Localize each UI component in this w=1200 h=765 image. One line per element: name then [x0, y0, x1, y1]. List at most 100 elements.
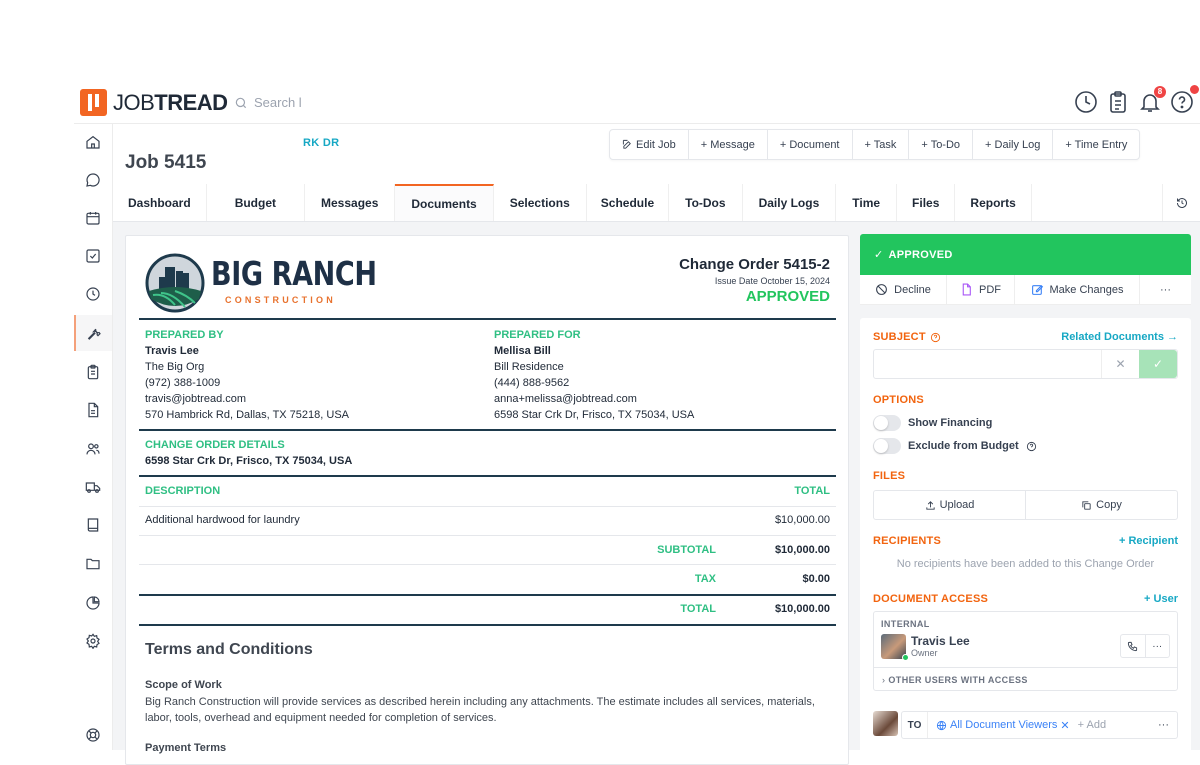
- job-address-link[interactable]: RK DR: [303, 137, 339, 149]
- user-more-button[interactable]: ···: [1144, 635, 1170, 657]
- options-label: OPTIONS: [873, 394, 924, 406]
- prepared-by-address: 570 Hambrick Rd, Dallas, TX 75218, USA: [145, 409, 349, 421]
- remove-chip-icon[interactable]: ✕: [1060, 719, 1069, 732]
- recipient-chip[interactable]: All Document Viewers ✕: [936, 719, 1070, 732]
- truck-icon: [85, 482, 101, 493]
- clock-icon[interactable]: [1074, 90, 1098, 114]
- other-users-toggle[interactable]: › OTHER USERS WITH ACCESS: [874, 667, 1177, 691]
- sidebar-item-time[interactable]: [74, 276, 112, 312]
- sidebar-item-settings[interactable]: [74, 623, 112, 659]
- search-input[interactable]: Search l: [234, 95, 302, 110]
- tab-daily-logs[interactable]: Daily Logs: [743, 184, 837, 221]
- user-role: Owner: [911, 648, 938, 658]
- tab-dashboard[interactable]: Dashboard: [113, 184, 207, 221]
- tab-selections[interactable]: Selections: [494, 184, 587, 221]
- subtotal-value: $10,000.00: [774, 544, 830, 556]
- sidebar-item-documents[interactable]: [74, 392, 112, 428]
- sidebar-item-calendar[interactable]: [74, 200, 112, 236]
- document-settings-panel: SUBJECT Related Documents → ✕ ✓ OPTIONS …: [860, 318, 1191, 758]
- sidebar-item-support[interactable]: [74, 717, 112, 753]
- check-icon: ✓: [874, 249, 884, 261]
- home-icon: [86, 135, 100, 149]
- divider: [139, 318, 836, 320]
- add-time-entry-button[interactable]: + Time Entry: [1053, 130, 1139, 159]
- item-total: $10,000.00: [774, 514, 830, 526]
- sidebar-item-tasks[interactable]: [74, 238, 112, 274]
- calendar-icon: [86, 212, 100, 225]
- terms-heading: Terms and Conditions: [145, 641, 313, 658]
- copy-icon: [1082, 500, 1091, 510]
- help-circle-icon[interactable]: [930, 332, 941, 343]
- scrollbar[interactable]: [1191, 222, 1200, 750]
- help-circle-icon[interactable]: [1026, 441, 1037, 452]
- add-daily-log-button[interactable]: + Daily Log: [973, 130, 1054, 159]
- tab-time[interactable]: Time: [836, 184, 898, 221]
- tab-schedule[interactable]: Schedule: [587, 184, 670, 221]
- users-icon: [86, 443, 100, 455]
- clear-subject-button[interactable]: ✕: [1101, 350, 1139, 378]
- document-access-label: DOCUMENT ACCESS: [873, 593, 989, 605]
- sidebar-item-vendors[interactable]: [74, 469, 112, 505]
- tab-messages[interactable]: Messages: [305, 184, 396, 221]
- add-task-button[interactable]: + Task: [853, 130, 910, 159]
- history-button[interactable]: [1162, 184, 1200, 221]
- prepared-by-org: The Big Org: [145, 361, 205, 373]
- prepared-by-label: PREPARED BY: [145, 329, 224, 341]
- scope-heading: Scope of Work: [145, 679, 222, 691]
- more-options-button[interactable]: ···: [1140, 275, 1191, 304]
- phone-button[interactable]: [1121, 635, 1145, 657]
- sidebar-item-catalog[interactable]: [74, 507, 112, 543]
- job-tabs: Dashboard Budget Messages Documents Sele…: [113, 184, 1200, 222]
- sidebar-item-files[interactable]: [74, 546, 112, 582]
- company-branding: BIG RANCH CONSTRUCTION: [145, 253, 413, 313]
- total-value: $10,000.00: [774, 603, 830, 615]
- add-recipient-link[interactable]: + Recipient: [1119, 535, 1178, 547]
- tab-files[interactable]: Files: [897, 184, 956, 221]
- tab-todos[interactable]: To-Dos: [669, 184, 743, 221]
- edit-icon: [1031, 284, 1043, 295]
- copy-button[interactable]: Copy: [1025, 491, 1177, 519]
- add-to-button[interactable]: + Add: [1078, 719, 1106, 731]
- show-financing-toggle[interactable]: [873, 415, 901, 431]
- related-documents-link[interactable]: Related Documents →: [1061, 331, 1178, 343]
- page-title: Job 5415: [125, 152, 207, 173]
- pdf-button[interactable]: PDF: [947, 275, 1015, 304]
- col-description: DESCRIPTION: [145, 485, 221, 497]
- prepared-by-block: PREPARED BY Travis Lee The Big Org (972)…: [145, 327, 349, 423]
- sidebar-item-contacts[interactable]: [74, 431, 112, 467]
- add-document-button[interactable]: + Document: [768, 130, 853, 159]
- exclude-budget-toggle[interactable]: [873, 438, 901, 454]
- sidebar-item-jobs[interactable]: [74, 315, 112, 351]
- change-order-details: CHANGE ORDER DETAILS 6598 Star Crk Dr, F…: [145, 437, 352, 469]
- folder-icon: [86, 558, 100, 570]
- decline-button[interactable]: Decline: [860, 275, 947, 304]
- tab-documents[interactable]: Documents: [395, 184, 494, 221]
- sidebar-item-messages[interactable]: [74, 162, 112, 198]
- sidebar-item-reports[interactable]: [74, 585, 112, 621]
- avatar: [873, 711, 898, 736]
- bell-icon[interactable]: 8: [1138, 86, 1166, 114]
- clipboard-list-icon: [87, 364, 99, 380]
- tab-reports[interactable]: Reports: [955, 184, 1032, 221]
- clipboard-icon[interactable]: [1106, 90, 1130, 114]
- details-address: 6598 Star Crk Dr, Frisco, TX 75034, USA: [145, 455, 353, 467]
- recipients-label: RECIPIENTS: [873, 535, 942, 547]
- tab-budget[interactable]: Budget: [207, 184, 306, 221]
- sidebar-item-clipboard[interactable]: [74, 354, 112, 390]
- save-subject-button[interactable]: ✓: [1139, 350, 1177, 378]
- jobtread-logo[interactable]: JOBTREAD: [80, 89, 228, 116]
- sidebar-item-home[interactable]: [74, 124, 112, 160]
- help-icon[interactable]: [1170, 85, 1199, 114]
- subject-field[interactable]: [874, 350, 1101, 378]
- row-divider: [139, 506, 836, 507]
- to-more-button[interactable]: ···: [1158, 719, 1169, 731]
- add-user-link[interactable]: + User: [1144, 593, 1178, 605]
- prepared-for-phone: (444) 888-9562: [494, 377, 570, 389]
- to-label: TO: [902, 712, 928, 738]
- upload-button[interactable]: Upload: [874, 491, 1025, 519]
- add-message-button[interactable]: + Message: [689, 130, 768, 159]
- approved-status-banner: ✓ APPROVED: [860, 234, 1191, 275]
- make-changes-button[interactable]: Make Changes: [1015, 275, 1140, 304]
- add-todo-button[interactable]: + To-Do: [909, 130, 974, 159]
- edit-job-button[interactable]: Edit Job: [610, 130, 689, 159]
